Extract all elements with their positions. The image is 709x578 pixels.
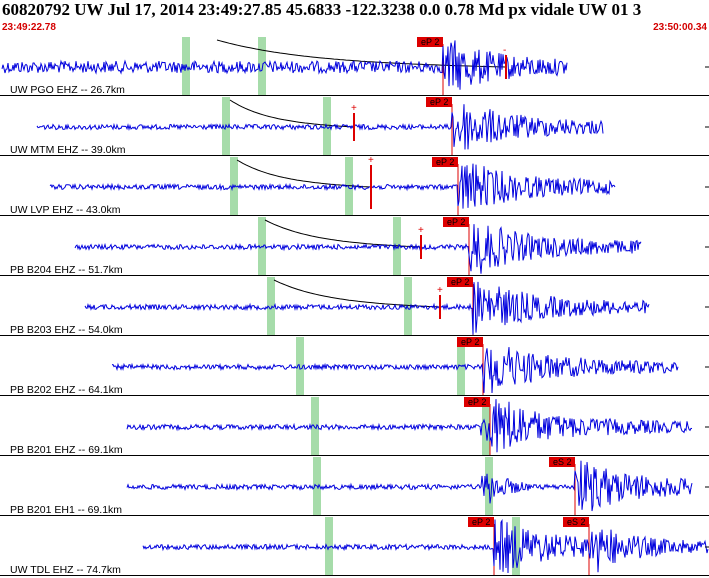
- waveform-trace: [49, 163, 616, 209]
- channel-panel[interactable]: eP 2 eS 2 UW TDL EHZ -- 74.7km: [0, 517, 709, 576]
- channel-label: PB B202 EHZ -- 64.1km: [10, 384, 123, 396]
- waveform-trace: [142, 518, 709, 574]
- channel-label: PB B201 EH1 -- 69.1km: [10, 504, 122, 516]
- header-bar: 60820792 UW Jul 17, 2014 23:49:27.85 45.…: [0, 0, 709, 36]
- amplitude-marker-label: +: [351, 103, 357, 114]
- waveform-trace: [1, 40, 568, 90]
- pick-label: eP 2: [461, 337, 479, 347]
- channel-panel[interactable]: eP 2 PB B202 EHZ -- 64.1km: [0, 337, 709, 396]
- waveform-trace: [126, 399, 693, 453]
- channel-label: UW LVP EHZ -- 43.0km: [10, 204, 121, 216]
- channel-panel[interactable]: eP 2 + UW MTM EHZ -- 39.0km: [0, 97, 709, 156]
- pick-label: eP 2: [430, 97, 448, 107]
- channel-label: UW PGO EHZ -- 26.7km: [10, 84, 125, 96]
- channel-panel[interactable]: eP 2 + PB B203 EHZ -- 54.0km: [0, 277, 709, 336]
- pick-label: eP 2: [468, 397, 486, 407]
- pick-label: eP 2: [451, 277, 469, 287]
- channel-panel[interactable]: eP 2 - UW PGO EHZ -- 26.7km: [0, 37, 709, 96]
- pick-label: eS 2: [567, 517, 586, 527]
- waveform-trace: [36, 104, 604, 150]
- waveform-trace: [111, 347, 679, 394]
- channel-label: PB B204 EHZ -- 51.7km: [10, 264, 123, 276]
- event-summary-title: 60820792 UW Jul 17, 2014 23:49:27.85 45.…: [2, 0, 642, 19]
- amplitude-marker-label: +: [437, 285, 443, 296]
- seismogram-panel[interactable]: eP 2 - UW PGO EHZ -- 26.7km eP 2 + UW MTM EHZ…: [0, 36, 709, 578]
- coda-decay-curve: [229, 99, 354, 128]
- end-time-label: 23:50:00.34: [653, 22, 707, 33]
- amplitude-marker-label: +: [418, 225, 424, 236]
- pick-label: eS 2: [553, 457, 572, 467]
- start-time-label: 23:49:22.78: [2, 22, 56, 33]
- waveform-trace: [84, 281, 650, 335]
- waveform-trace: [126, 460, 693, 512]
- channel-panel[interactable]: eS 2 PB B201 EH1 -- 69.1km: [0, 457, 709, 516]
- waveform-trace: [74, 224, 642, 274]
- channel-label: PB B203 EHZ -- 54.0km: [10, 324, 123, 336]
- coda-decay-curve: [273, 279, 440, 308]
- channel-panel[interactable]: eP 2 PB B201 EHZ -- 69.1km: [0, 397, 709, 456]
- channel-label: UW TDL EHZ -- 74.7km: [10, 564, 121, 576]
- pick-label: eP 2: [421, 37, 439, 47]
- amplitude-marker-label: -: [503, 45, 506, 56]
- pick-label: eP 2: [472, 517, 490, 527]
- pick-label: eP 2: [436, 157, 454, 167]
- pick-label: eP 2: [447, 217, 465, 227]
- channel-label: PB B201 EHZ -- 69.1km: [10, 444, 123, 456]
- channel-panel[interactable]: eP 2 + PB B204 EHZ -- 51.7km: [0, 217, 709, 276]
- channel-label: UW MTM EHZ -- 39.0km: [10, 144, 126, 156]
- amplitude-marker-label: +: [368, 155, 374, 166]
- channel-panel[interactable]: eP 2 + UW LVP EHZ -- 43.0km: [0, 155, 709, 216]
